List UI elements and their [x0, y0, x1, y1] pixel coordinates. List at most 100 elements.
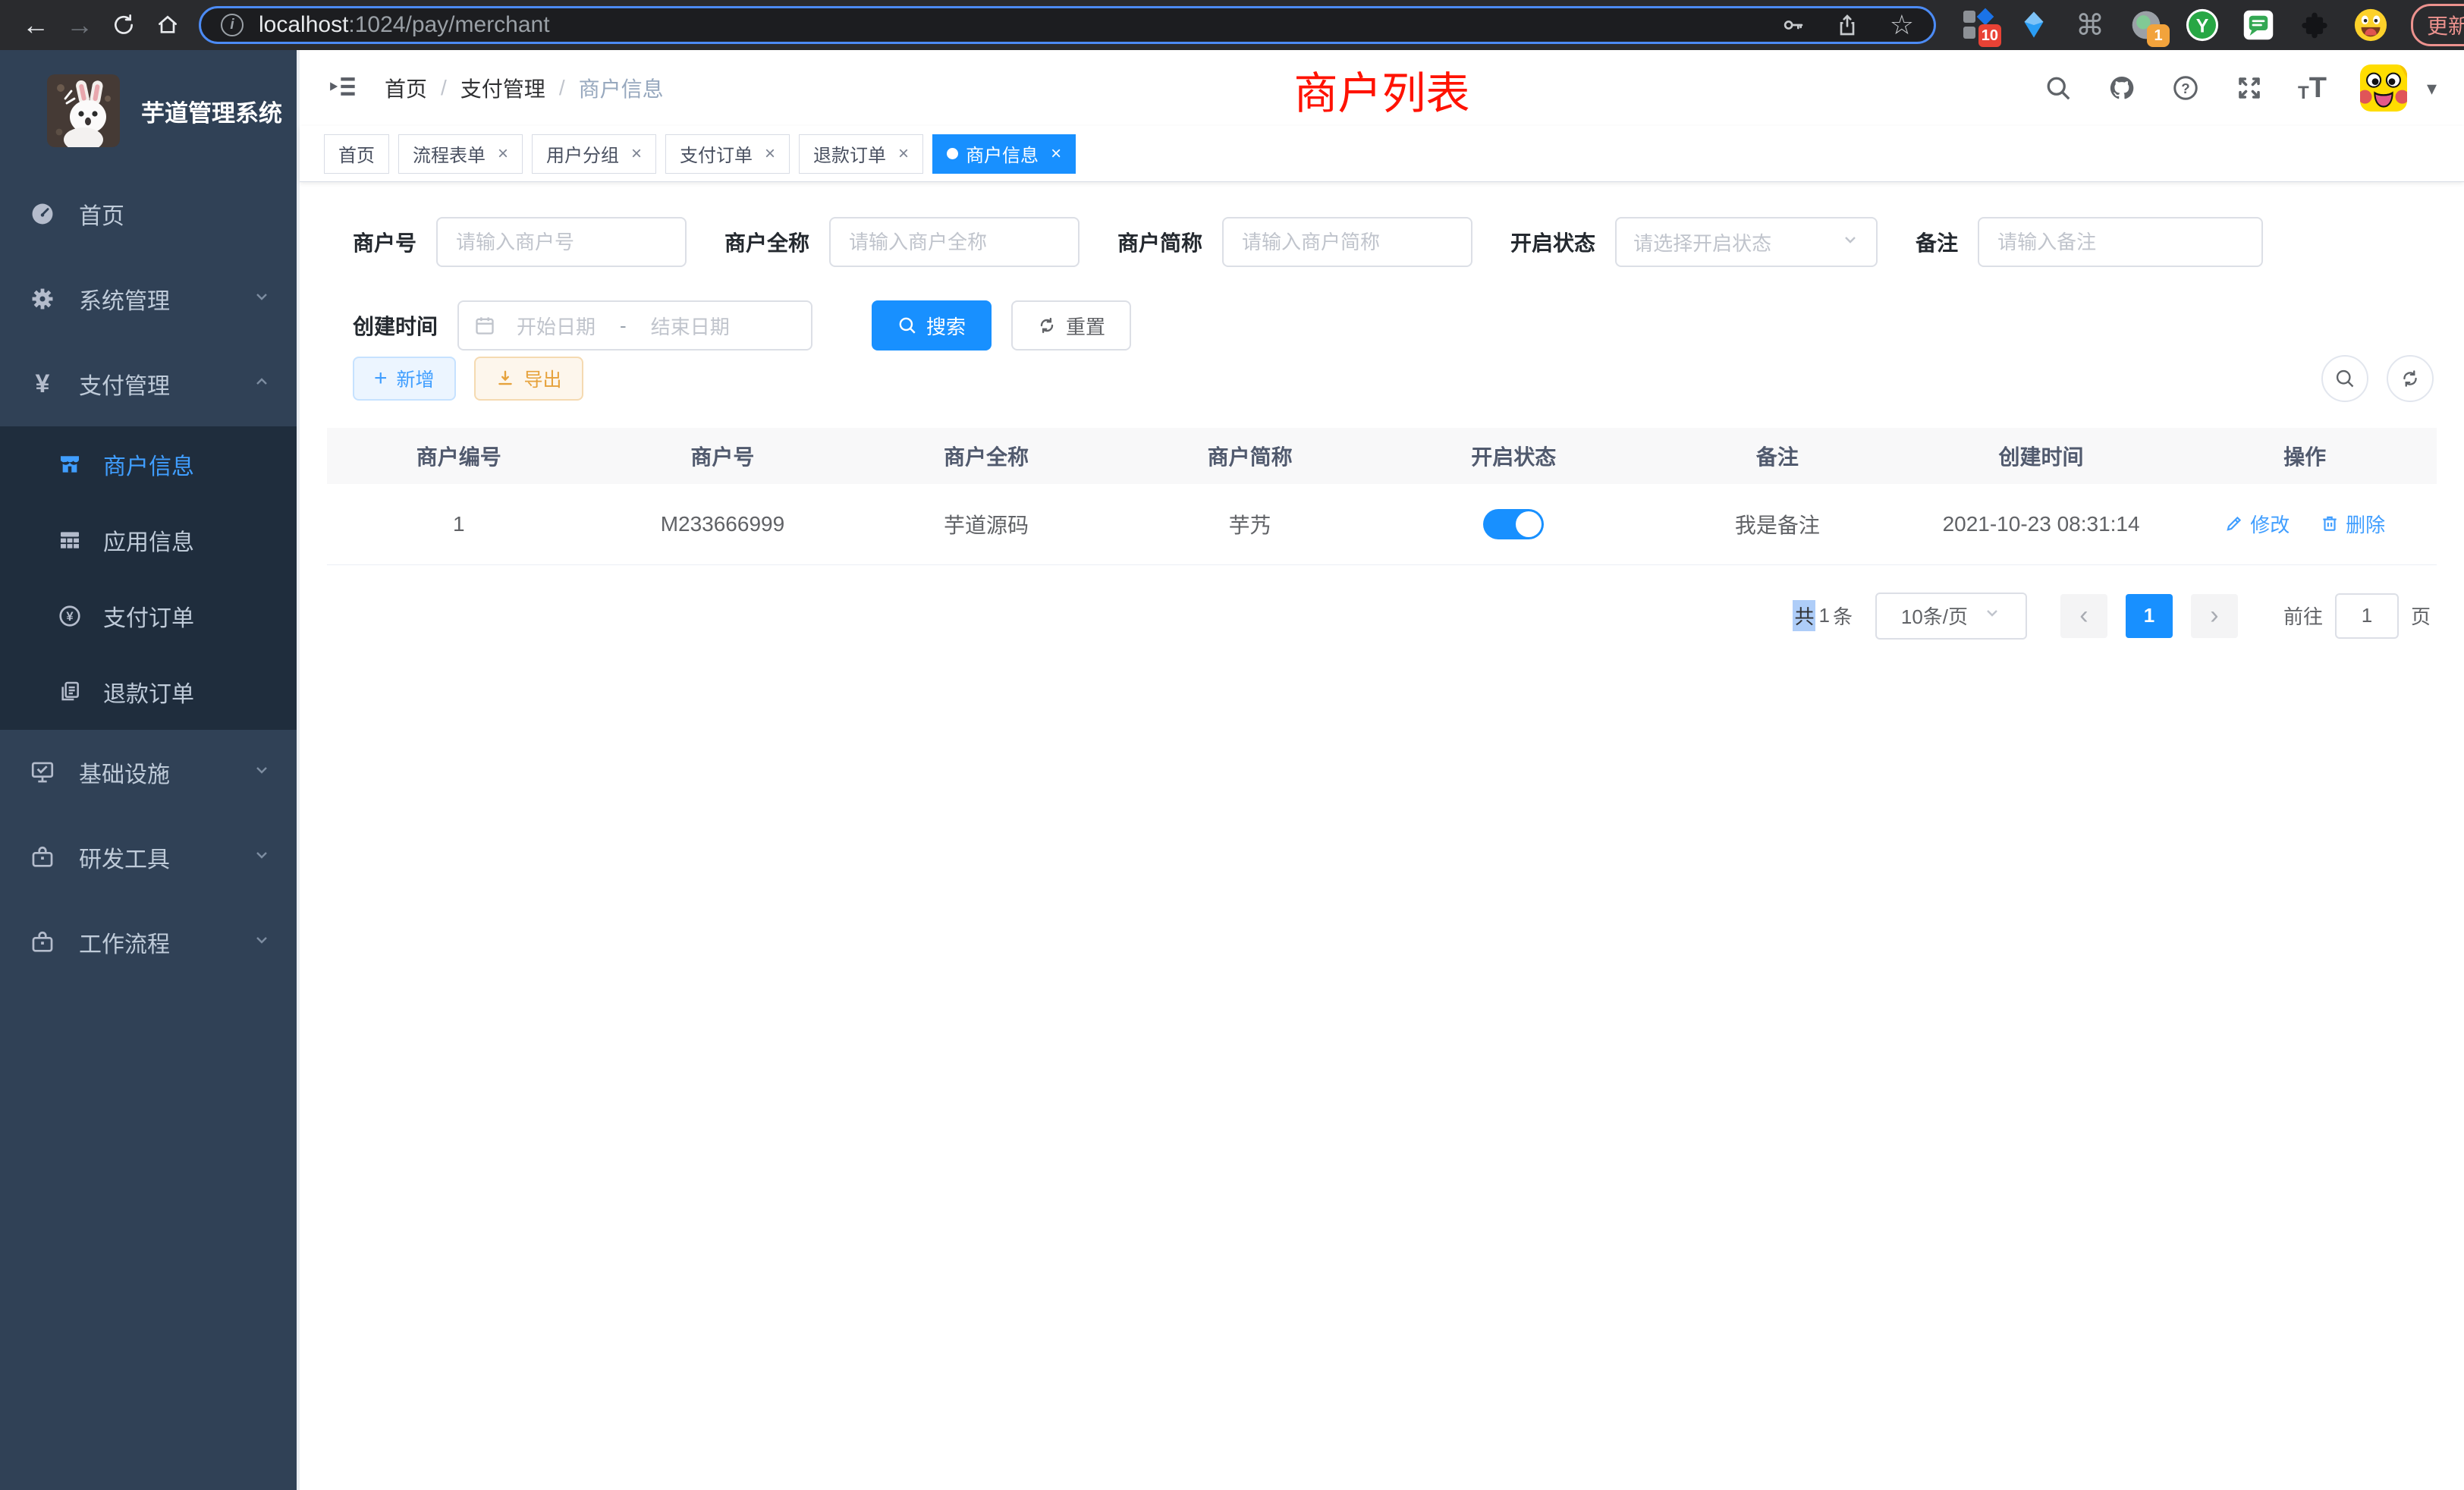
share-icon[interactable] — [1835, 13, 1859, 37]
breadcrumb-home[interactable]: 首页 — [385, 73, 427, 103]
password-key-icon[interactable] — [1780, 13, 1805, 37]
reset-button[interactable]: 重置 — [1011, 300, 1131, 350]
extension-kite-icon[interactable] — [2016, 8, 2051, 42]
extension-emoji-icon[interactable] — [2353, 8, 2388, 42]
merchant-no-input[interactable] — [436, 217, 687, 267]
cell-create-time: 2021-10-23 08:31:14 — [1909, 484, 2173, 564]
gear-icon — [29, 285, 56, 313]
url-text: localhost:1024/pay/merchant — [259, 12, 550, 38]
sidebar-item-workflow[interactable]: 工作流程 — [0, 900, 297, 985]
pagination: 共1条 10条/页 ‹ 1 › 前往 页 — [300, 593, 2464, 640]
sidebar-item-payment[interactable]: ¥ 支付管理 — [0, 341, 297, 426]
remark-label: 备注 — [1916, 227, 1958, 257]
extension-circle-icon[interactable]: 1 — [2129, 8, 2164, 42]
payment-submenu: 商户信息 应用信息 ¥ 支付订单 退款订单 — [0, 426, 297, 730]
sidebar-item-home[interactable]: 首页 — [0, 171, 297, 256]
toggle-search-button[interactable] — [2321, 355, 2368, 402]
breadcrumb-payment[interactable]: 支付管理 — [460, 73, 545, 103]
chevron-down-icon — [253, 759, 271, 785]
sidebar: 芋道管理系统 首页 系统管理 ¥ 支付管理 商户信息 — [0, 50, 300, 1490]
page-size-select[interactable]: 10条/页 — [1875, 593, 2027, 640]
font-size-icon[interactable]: TT — [2298, 74, 2327, 102]
sidebar-item-refund-order[interactable]: 退款订单 — [0, 654, 297, 730]
address-bar[interactable]: i localhost:1024/pay/merchant ☆ — [199, 6, 1936, 44]
close-icon[interactable]: × — [498, 143, 508, 165]
short-name-label: 商户简称 — [1117, 227, 1202, 257]
browser-home-button[interactable] — [146, 5, 190, 45]
tab-process-form[interactable]: 流程表单× — [398, 134, 523, 174]
status-toggle[interactable] — [1483, 509, 1544, 539]
sidebar-collapse-icon[interactable] — [327, 71, 357, 105]
sidebar-item-dev-tools[interactable]: 研发工具 — [0, 815, 297, 900]
tab-user-group[interactable]: 用户分组× — [532, 134, 656, 174]
fullscreen-icon[interactable] — [2234, 73, 2264, 103]
refresh-table-button[interactable] — [2387, 355, 2434, 402]
tab-pay-order[interactable]: 支付订单× — [665, 134, 790, 174]
sidebar-item-pay-order[interactable]: ¥ 支付订单 — [0, 578, 297, 654]
chevron-down-icon — [253, 929, 271, 955]
extension-command-icon[interactable]: ⌘ — [2073, 8, 2107, 42]
chevron-up-icon — [253, 371, 271, 397]
search-button[interactable]: 搜索 — [872, 300, 992, 350]
col-merchant-id: 商户编号 — [327, 428, 591, 484]
chevron-down-icon — [253, 286, 271, 312]
github-icon[interactable] — [2107, 73, 2137, 103]
sidebar-item-label: 首页 — [79, 197, 124, 231]
pagination-goto: 前往 页 — [2283, 593, 2431, 639]
col-remark: 备注 — [1645, 428, 1909, 484]
search-icon[interactable] — [2043, 73, 2073, 103]
edit-link[interactable]: 修改 — [2224, 510, 2290, 538]
add-button[interactable]: + 新增 — [353, 357, 456, 401]
sidebar-item-merchant-info[interactable]: 商户信息 — [0, 426, 297, 502]
user-avatar[interactable] — [2360, 64, 2407, 112]
help-icon[interactable]: ? — [2170, 73, 2201, 103]
forward-icon: → — [66, 9, 93, 41]
short-name-input[interactable] — [1222, 217, 1472, 267]
page-number-1[interactable]: 1 — [2126, 594, 2173, 638]
pencil-icon — [2224, 514, 2244, 533]
extension-chat-icon[interactable] — [2241, 8, 2276, 42]
prev-page-button[interactable]: ‹ — [2060, 594, 2107, 638]
browser-reload-button[interactable] — [102, 5, 146, 45]
extension-puzzle-icon[interactable] — [2297, 8, 2332, 42]
grid-table-icon — [58, 528, 82, 552]
browser-back-button[interactable]: ← — [14, 5, 58, 45]
create-time-range-picker[interactable]: 开始日期 - 结束日期 — [457, 300, 812, 350]
export-button[interactable]: 导出 — [474, 357, 583, 401]
documents-icon — [58, 680, 82, 704]
search-icon — [2334, 368, 2356, 389]
extension-y-icon[interactable]: Y — [2185, 8, 2220, 42]
sidebar-item-label: 商户信息 — [103, 448, 194, 481]
browser-update-button[interactable]: 更新 — [2411, 4, 2464, 46]
sidebar-item-infrastructure[interactable]: 基础设施 — [0, 730, 297, 815]
bookmark-star-icon[interactable]: ☆ — [1890, 11, 1914, 39]
extension-badge: 1 — [2147, 24, 2170, 47]
remark-input[interactable] — [1978, 217, 2263, 267]
full-name-input[interactable] — [829, 217, 1080, 267]
tab-home[interactable]: 首页 — [324, 134, 389, 174]
tab-merchant-info[interactable]: 商户信息× — [932, 134, 1076, 174]
extension-grid-icon[interactable]: 10 — [1960, 8, 1995, 42]
close-icon[interactable]: × — [765, 143, 775, 165]
site-info-icon[interactable]: i — [221, 14, 244, 36]
status-select[interactable]: 请选择开启状态 — [1615, 217, 1878, 267]
sidebar-item-app-info[interactable]: 应用信息 — [0, 502, 297, 578]
avatar-caret-icon[interactable]: ▾ — [2427, 77, 2437, 100]
tab-refund-order[interactable]: 退款订单× — [799, 134, 923, 174]
delete-link[interactable]: 删除 — [2320, 510, 2385, 538]
app-logo-bunny — [47, 74, 120, 147]
calendar-icon — [474, 315, 495, 336]
goto-page-input[interactable] — [2335, 593, 2399, 639]
close-icon[interactable]: × — [1051, 143, 1061, 165]
goto-label: 前往 — [2283, 602, 2323, 630]
refresh-icon — [2400, 368, 2421, 389]
sidebar-item-system[interactable]: 系统管理 — [0, 256, 297, 341]
home-icon — [156, 13, 180, 37]
close-icon[interactable]: × — [631, 143, 642, 165]
next-page-button[interactable]: › — [2191, 594, 2238, 638]
browser-extensions: 10 ⌘ 1 Y — [1960, 8, 2388, 42]
close-icon[interactable]: × — [898, 143, 909, 165]
cell-merchant-id: 1 — [327, 484, 591, 564]
browser-forward-button[interactable]: → — [58, 5, 102, 45]
app-logo-row[interactable]: 芋道管理系统 — [0, 50, 297, 171]
